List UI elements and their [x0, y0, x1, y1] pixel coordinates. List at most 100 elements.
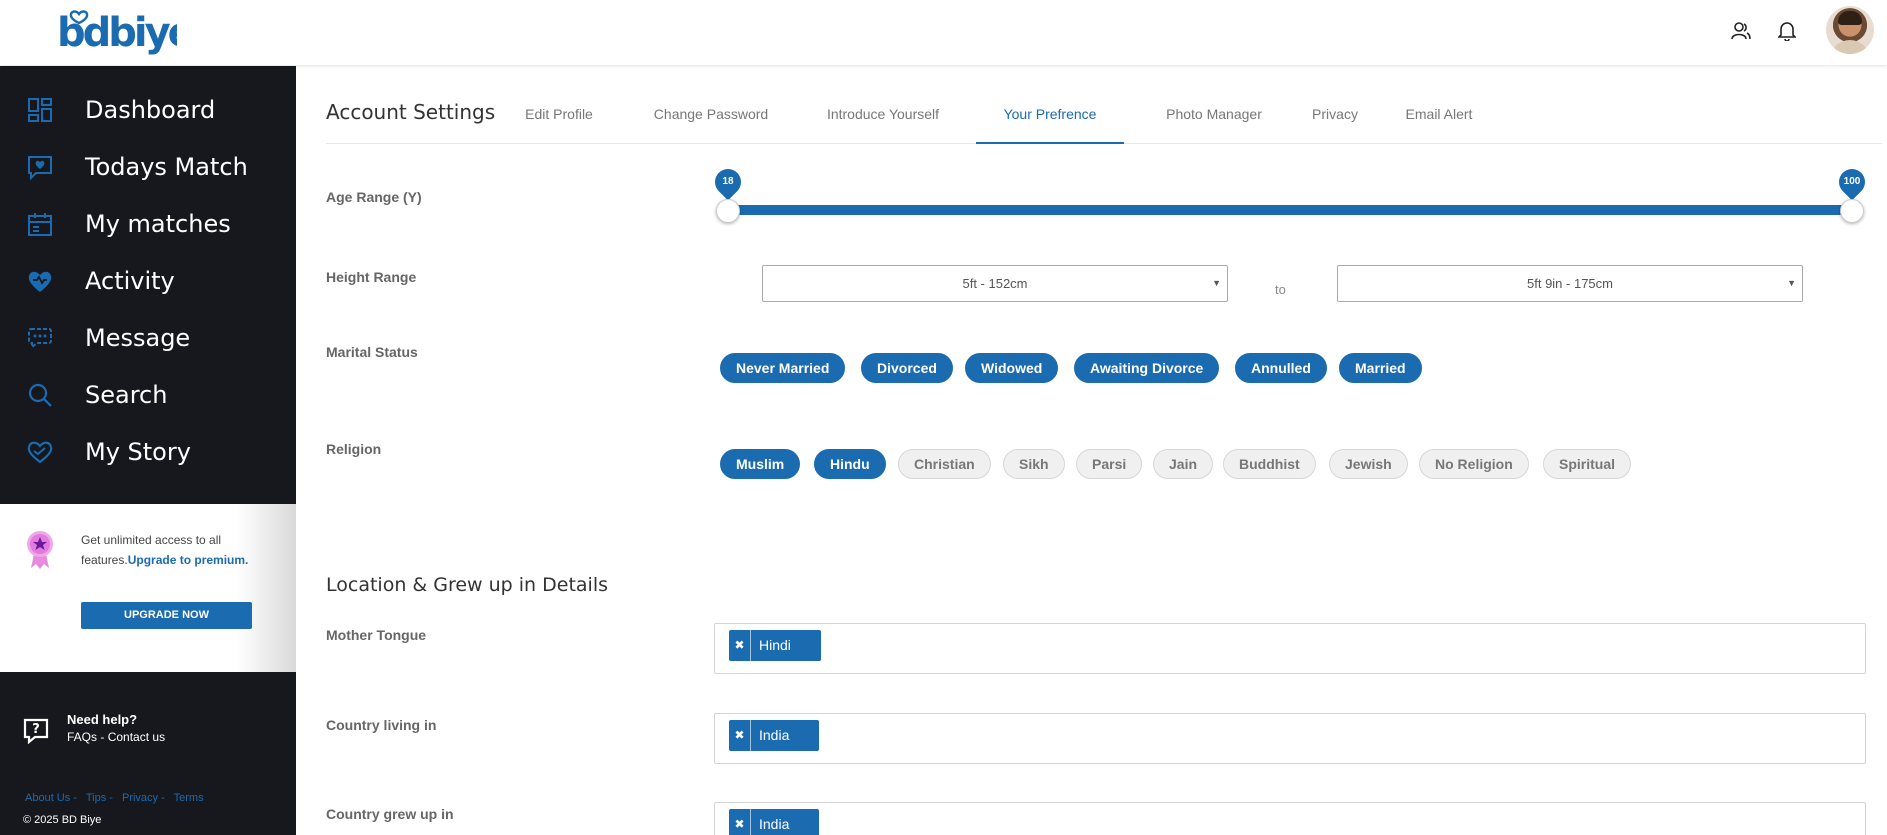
- tag-label: Hindi: [759, 637, 791, 653]
- marital-option-divorced[interactable]: Divorced: [861, 353, 953, 383]
- religion-option-jewish[interactable]: Jewish: [1329, 449, 1408, 479]
- settings-tabs: Account Settings Edit Profile Change Pas…: [326, 86, 1882, 144]
- religion-option-jain[interactable]: Jain: [1153, 449, 1214, 479]
- tab-email-alert[interactable]: Email Alert: [1388, 86, 1490, 144]
- sidebar-item-label: Search: [85, 381, 168, 409]
- sidebar-item-label: Dashboard: [85, 96, 216, 124]
- mother-tongue-label: Mother Tongue: [326, 627, 427, 643]
- sidebar-item-label: My matches: [85, 210, 231, 238]
- privacy-link[interactable]: Privacy -: [122, 792, 165, 804]
- age-max-handle[interactable]: [1840, 199, 1864, 223]
- search-icon: [26, 381, 54, 409]
- help-question-icon: ?: [23, 718, 49, 745]
- religion-label: Religion: [326, 441, 382, 457]
- tab-introduce-yourself[interactable]: Introduce Yourself: [810, 86, 956, 144]
- selected-tag: ✖ India: [729, 720, 820, 751]
- main-content: Account Settings Edit Profile Change Pas…: [305, 66, 1887, 835]
- religion-option-hindu[interactable]: Hindu: [814, 449, 886, 479]
- age-min-value: 18: [722, 176, 734, 187]
- sidebar-item-search[interactable]: Search: [0, 372, 296, 418]
- svg-text:?: ?: [32, 722, 40, 737]
- age-max-pin: 100: [1833, 163, 1871, 201]
- tips-link[interactable]: Tips -: [86, 792, 113, 804]
- sidebar-item-label: Activity: [85, 267, 175, 295]
- close-icon[interactable]: ✖: [729, 630, 751, 661]
- marital-option-married[interactable]: Married: [1339, 353, 1422, 383]
- dashboard-icon: [26, 96, 54, 124]
- religion-option-muslim[interactable]: Muslim: [720, 449, 801, 479]
- chevron-down-icon: ▼: [1787, 278, 1796, 288]
- age-min-handle[interactable]: [716, 199, 740, 223]
- tab-photo-manager[interactable]: Photo Manager: [1144, 86, 1284, 144]
- help-separator: -: [100, 730, 105, 744]
- sidebar-item-label: My Story: [85, 438, 191, 466]
- users-icon[interactable]: [1728, 18, 1754, 44]
- faqs-link[interactable]: FAQs: [67, 730, 97, 744]
- selected-tag: ✖ India: [729, 809, 820, 835]
- terms-link[interactable]: Terms: [174, 792, 204, 804]
- sidebar-item-my-story[interactable]: My Story: [0, 429, 296, 475]
- contact-us-link[interactable]: Contact us: [108, 730, 165, 744]
- age-range-track[interactable]: [726, 205, 1850, 215]
- religion-option-parsi[interactable]: Parsi: [1076, 449, 1143, 479]
- help-links: FAQs - Contact us: [67, 730, 165, 744]
- marital-option-widowed[interactable]: Widowed: [965, 353, 1059, 383]
- calendar-icon: [26, 210, 54, 238]
- height-to-select[interactable]: 5ft 9in - 175cm ▼: [1337, 265, 1803, 302]
- religion-option-buddhist[interactable]: Buddhist: [1223, 449, 1316, 479]
- height-from-select[interactable]: 5ft - 152cm ▼: [762, 265, 1228, 302]
- top-bar: bdbiye: [0, 0, 1887, 65]
- message-icon: [26, 324, 54, 352]
- mother-tongue-input[interactable]: ✖ Hindi: [714, 623, 1866, 674]
- marital-option-awaiting-divorce[interactable]: Awaiting Divorce: [1074, 353, 1220, 383]
- brand-logo[interactable]: bdbiye: [57, 8, 197, 56]
- sidebar-item-my-matches[interactable]: My matches: [0, 201, 296, 247]
- country-grew-label: Country grew up in: [326, 806, 454, 822]
- tab-change-password[interactable]: Change Password: [634, 86, 788, 144]
- page-title: Account Settings: [326, 100, 496, 124]
- age-max-value: 100: [1843, 176, 1861, 187]
- country-living-input[interactable]: ✖ India: [714, 713, 1866, 764]
- tag-label: India: [759, 816, 790, 832]
- selected-tag: ✖ Hindi: [729, 630, 821, 661]
- activity-heart-icon: [26, 267, 54, 295]
- close-icon[interactable]: ✖: [729, 720, 751, 751]
- religion-option-spiritual[interactable]: Spiritual: [1543, 449, 1632, 479]
- sidebar-item-todays-match[interactable]: Todays Match: [0, 144, 296, 190]
- upgrade-link[interactable]: Upgrade to premium.: [128, 553, 249, 567]
- upgrade-now-button[interactable]: UPGRADE NOW: [81, 602, 252, 629]
- sidebar-item-label: Message: [85, 324, 191, 352]
- tag-label: India: [759, 727, 790, 743]
- tab-privacy[interactable]: Privacy: [1295, 86, 1375, 144]
- upgrade-promo: Get unlimited access to all features.Upg…: [0, 504, 296, 672]
- help-title: Need help?: [67, 712, 138, 727]
- country-grew-input[interactable]: ✖ India: [714, 802, 1866, 835]
- marital-status-label: Marital Status: [326, 344, 418, 360]
- age-min-pin: 18: [709, 163, 747, 201]
- marital-option-annulled[interactable]: Annulled: [1235, 353, 1327, 383]
- close-icon[interactable]: ✖: [729, 809, 751, 835]
- sidebar-item-message[interactable]: Message: [0, 315, 296, 361]
- height-to-text: to: [1275, 282, 1286, 297]
- sidebar: Dashboard Todays Match My matches Activi…: [0, 66, 296, 835]
- marital-option-never-married[interactable]: Never Married: [720, 353, 846, 383]
- tab-your-prefrence[interactable]: Your Prefrence: [976, 86, 1124, 144]
- heart-chat-icon: [26, 153, 54, 181]
- religion-option-sikh[interactable]: Sikh: [1003, 449, 1065, 479]
- height-to-value: 5ft 9in - 175cm: [1527, 276, 1613, 291]
- tab-edit-profile[interactable]: Edit Profile: [509, 86, 609, 144]
- religion-option-no-religion[interactable]: No Religion: [1419, 449, 1529, 479]
- sidebar-item-activity[interactable]: Activity: [0, 258, 296, 304]
- about-us-link[interactable]: About Us -: [25, 792, 77, 804]
- location-section-title: Location & Grew up in Details: [326, 574, 609, 596]
- sidebar-item-dashboard[interactable]: Dashboard: [0, 87, 296, 133]
- promo-text: Get unlimited access to all features.Upg…: [81, 530, 251, 570]
- height-range-label: Height Range: [326, 269, 417, 285]
- story-heart-icon: [26, 438, 54, 466]
- bell-icon[interactable]: [1774, 18, 1800, 44]
- avatar[interactable]: [1826, 6, 1874, 54]
- premium-badge-icon: [26, 530, 54, 570]
- religion-option-christian[interactable]: Christian: [898, 449, 991, 479]
- footer-links: About Us - Tips - Privacy - Terms: [25, 792, 210, 804]
- copyright: © 2025 BD Biye: [23, 814, 102, 826]
